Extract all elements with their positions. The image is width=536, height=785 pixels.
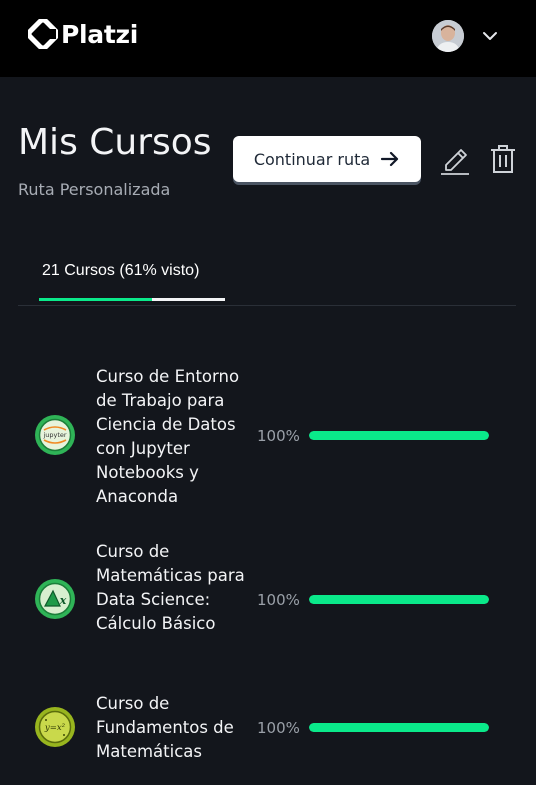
course-title: Curso de Entorno de Trabajo para Ciencia… xyxy=(96,367,240,506)
logo-text: Platzi xyxy=(61,19,139,49)
platzi-logo-icon xyxy=(26,17,60,51)
user-avatar[interactable] xyxy=(432,20,464,52)
course-item[interactable]: y=x² Curso de Fundamentos de Matemáticas… xyxy=(0,692,536,767)
course-item[interactable]: x Curso de Matemáticas para Data Science… xyxy=(0,540,536,660)
course-progress-bar xyxy=(309,431,489,440)
course-title: Curso de Matemáticas para Data Science: … xyxy=(96,542,245,633)
course-percent: 100% xyxy=(257,591,300,609)
tab-courses[interactable]: 21 Cursos (61% visto) xyxy=(39,262,225,301)
arrow-right-icon xyxy=(380,149,400,169)
course-progress-bar xyxy=(309,595,489,604)
math-fundamentals-badge-icon: y=x² xyxy=(34,706,76,748)
page-title: Mis Cursos xyxy=(18,122,212,163)
platzi-logo[interactable]: Platzi xyxy=(26,17,139,51)
pencil-icon[interactable] xyxy=(440,143,470,175)
continue-route-label: Continuar ruta xyxy=(253,149,371,169)
calculus-badge-text: x xyxy=(59,594,67,607)
main-content: Mis Cursos Ruta Personalizada Continuar … xyxy=(0,77,536,785)
course-progress-fill xyxy=(309,595,489,604)
chevron-down-icon[interactable] xyxy=(482,28,498,44)
calculus-badge-icon: x xyxy=(34,578,76,620)
tab-courses-label: 21 Cursos (61% visto) xyxy=(42,262,200,279)
course-progress-fill xyxy=(309,431,489,440)
math-fundamentals-badge-text: y=x² xyxy=(44,723,66,733)
continue-route-button[interactable]: Continuar ruta xyxy=(233,136,421,182)
divider xyxy=(18,305,516,306)
jupyter-badge-icon: jupyter xyxy=(34,414,76,456)
page-subtitle: Ruta Personalizada xyxy=(18,180,171,199)
tab-progress-fill xyxy=(39,298,153,301)
tab-progress-bar xyxy=(39,298,225,301)
course-item[interactable]: jupyter Curso de Entorno de Trabajo para… xyxy=(0,365,536,506)
jupyter-badge-text: jupyter xyxy=(42,431,66,439)
course-progress-fill xyxy=(309,723,489,732)
course-percent: 100% xyxy=(257,719,300,737)
trash-icon[interactable] xyxy=(489,144,517,174)
top-navigation-bar: Platzi xyxy=(0,0,536,77)
course-title: Curso de Fundamentos de Matemáticas xyxy=(96,694,234,761)
course-progress-bar xyxy=(309,723,489,732)
course-percent: 100% xyxy=(257,427,300,445)
